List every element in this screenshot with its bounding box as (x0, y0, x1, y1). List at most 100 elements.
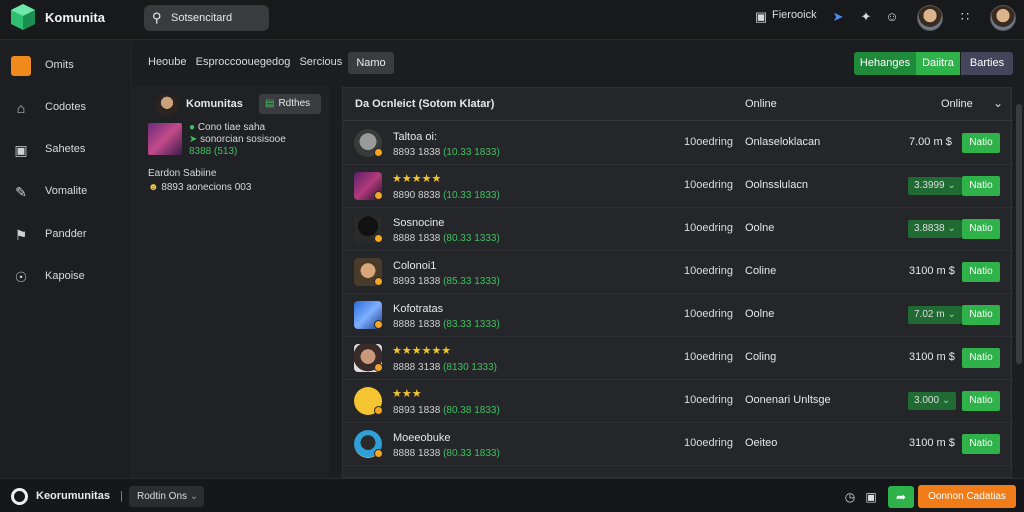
sidebar-item-omits[interactable]: Omits (0, 50, 132, 82)
friend-status: 10oedring (684, 351, 733, 363)
panel-line-5: ☻ 8893 aonecions 003 (148, 182, 251, 193)
smiley-icon[interactable]: ☺ (883, 8, 901, 26)
friend-stats: 8890 8838 (10.33 1833) (393, 190, 500, 201)
status-dot-icon (374, 406, 383, 415)
clock-icon[interactable]: ◷ (842, 489, 858, 505)
profile-avatar[interactable] (990, 5, 1016, 31)
bell-icon[interactable]: ✦ (857, 8, 875, 26)
sidebar-item-vomalite[interactable]: ✎ Vomalite (0, 176, 132, 208)
segment-daiitra[interactable]: Daiitra (916, 52, 960, 75)
top-link[interactable]: Fierooick (772, 9, 817, 21)
chevron-down-icon[interactable]: ⌄ (993, 96, 1003, 110)
amount-text: 7.00 m (909, 136, 943, 148)
table-row[interactable]: Sosnocine 8888 1838 (80.33 1333) 10oedring… (343, 208, 1013, 251)
status-dropdown[interactable]: Rodtin Ons ⌄ (129, 486, 204, 507)
chevron-down-icon: ⌄ (189, 491, 199, 502)
chevron-down-icon: ⌄ (947, 223, 956, 234)
coin-icon: $ (948, 351, 955, 363)
status-dot-icon (374, 148, 383, 157)
amount-pill[interactable]: 7.02 m ⌄ (908, 306, 962, 324)
table-row[interactable]: ★★★★★ 8890 8838 (10.33 1833) 10oedring Ooln… (343, 165, 1013, 208)
segment-hehanges[interactable]: Hehanges (854, 52, 916, 75)
name-button[interactable]: Namo (348, 52, 394, 74)
amount-value: 7.00 m $ (909, 136, 952, 148)
table-row[interactable]: Moeeobuke 8888 1838 (80.33 1833) 10oedring… (343, 423, 1013, 466)
friend-online: Oolne (745, 308, 775, 320)
sidebar-item-pandder[interactable]: ⚑ Pandder (0, 219, 132, 251)
search-input[interactable]: ⚲ Sotsencitard (144, 5, 269, 31)
action-button[interactable]: Natio (962, 348, 1000, 368)
amount-value: 3100 m $ (909, 351, 955, 363)
home-icon: ⌂ (16, 100, 26, 116)
friend-name: Colonoi1 (393, 260, 437, 272)
friend-name: Moeeobuke (393, 432, 451, 444)
primary-button[interactable]: Oonnon Cadatias (918, 485, 1016, 508)
chat-icon[interactable]: ▣ (863, 489, 879, 505)
dropdown-label: Rodtin Ons (137, 491, 188, 502)
table-row[interactable]: Kofotratas 8888 1838 (83.33 1333) 10oedrin… (343, 294, 1013, 337)
rating-stars: ★★★ (392, 388, 422, 400)
panel-button[interactable]: ▤ Rdthes (259, 94, 321, 114)
share-button[interactable]: ➦ (888, 486, 914, 508)
crumb-item[interactable]: Sercious (299, 56, 342, 68)
sidebar-item-kapoise[interactable]: ☉ Kapoise (0, 261, 132, 293)
table-row[interactable]: Colonoi1 8893 1838 (85.33 1333) 10oedring C… (343, 251, 1013, 294)
amount-value: 3100 m $ (909, 265, 955, 277)
info-icon: ☉ (14, 269, 28, 285)
sidebar-item-sahetes[interactable]: ▣ Sahetes (0, 134, 132, 166)
friend-status: 10oedring (684, 222, 733, 234)
coin-icon: $ (945, 136, 952, 148)
sidebar-item-codotes[interactable]: ⌂ Codotes (0, 92, 132, 124)
table-row[interactable]: Taltoa oi: 8893 1838 (10.33 1833) 10oedrin… (343, 122, 1013, 165)
friend-stats: 8888 1838 (80.33 1833) (393, 448, 500, 459)
action-button[interactable]: Natio (962, 133, 1000, 153)
status-dot-icon (374, 320, 383, 329)
gift-icon[interactable]: ▣ (752, 8, 770, 26)
share-icon: ➦ (895, 490, 907, 504)
table-row[interactable]: ★★★★★★ 8888 3138 (8130 1333) 10oedring Coli… (343, 337, 1013, 380)
amount-pill[interactable]: 3.3999 ⌄ (908, 177, 962, 195)
panel-line-2-text: sonorcian sosisooe (200, 134, 286, 145)
column-online[interactable]: Online (745, 98, 777, 110)
friend-stat-2: (85.33 1333) (443, 276, 500, 287)
scrollbar[interactable] (1016, 104, 1022, 364)
status-dot-icon (374, 234, 383, 243)
feather-icon[interactable]: ➤ (829, 8, 847, 26)
friend-stat-1: 8888 1838 (393, 233, 441, 244)
top-bar: Komunita ⚲ Sotsencitard ▣ Fierooick ➤ ✦ … (0, 0, 1024, 40)
friend-stats: 8893 1838 (10.33 1833) (393, 147, 500, 158)
emoji-icon: ☻ (148, 182, 159, 193)
status-dot-icon (374, 363, 383, 372)
logo-icon (11, 4, 35, 30)
crumb-item[interactable]: Heoube (148, 56, 187, 68)
sidebar-item-label: Kapoise (45, 270, 85, 282)
action-button[interactable]: Natio (962, 305, 1000, 325)
segment-barties[interactable]: Barties (961, 52, 1013, 75)
panel-line-3: 8388 (513) (189, 146, 238, 157)
chevron-down-icon: ⌄ (947, 309, 956, 320)
action-button[interactable]: Natio (962, 219, 1000, 239)
list-title: Da Ocnleict (Sotom Klatar) (355, 98, 495, 110)
friend-stat-2: (80.33 1333) (443, 233, 500, 244)
avatar[interactable] (917, 5, 943, 31)
amount-pill[interactable]: 3.8838 ⌄ (908, 220, 962, 238)
friend-name: Taltoa oi: (393, 131, 438, 143)
search-value: Sotsencitard (171, 12, 233, 24)
action-button[interactable]: Natio (962, 434, 1000, 454)
amount-text: 3100 m (909, 351, 946, 363)
action-button[interactable]: Natio (962, 262, 1000, 282)
action-button[interactable]: Natio (962, 176, 1000, 196)
status-dot-icon (374, 277, 383, 286)
chart-icon: ▤ (265, 98, 275, 109)
friend-stat-2: (80.38 1833) (443, 405, 500, 416)
separator: | (120, 490, 123, 502)
friend-list: Da Ocnleict (Sotom Klatar) Online Online… (342, 87, 1013, 478)
crumb-item[interactable]: Esproccoouegedog (196, 56, 291, 68)
table-row[interactable]: ★★★ 8893 1838 (80.38 1833) 10oedring Oonena… (343, 380, 1013, 423)
column-online-filter[interactable]: Online (941, 98, 973, 110)
action-button[interactable]: Natio (962, 391, 1000, 411)
amount-pill[interactable]: 3.000 ⌄ (908, 392, 957, 410)
friend-status: 10oedring (684, 394, 733, 406)
grid-icon[interactable]: ∷ (956, 8, 974, 26)
friend-stat-1: 8888 1838 (393, 319, 441, 330)
